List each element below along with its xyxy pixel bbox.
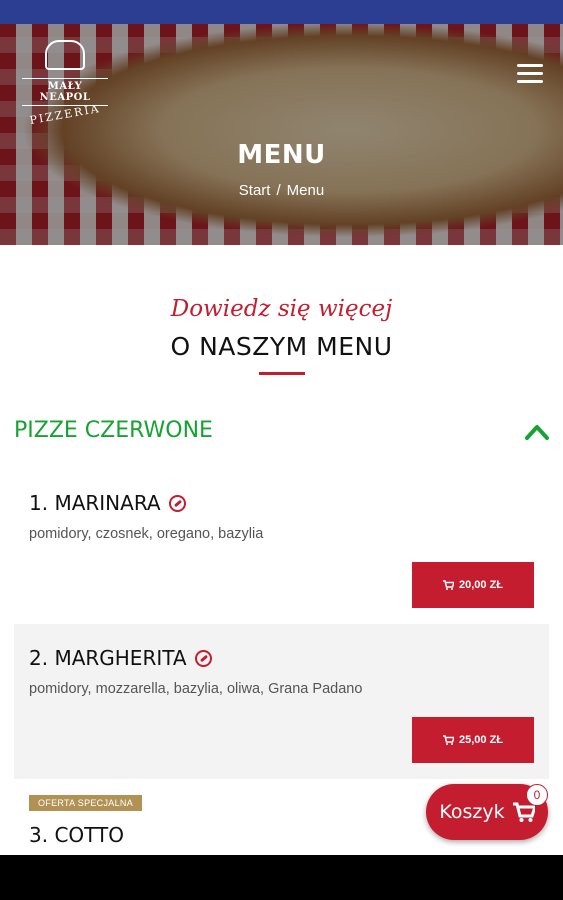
breadcrumb-current: Menu xyxy=(286,182,325,199)
hamburger-icon[interactable] xyxy=(517,64,543,86)
cart-label: Koszyk xyxy=(439,801,505,823)
chevron-up-icon[interactable] xyxy=(524,422,550,442)
price-label: 20,00 ZŁ xyxy=(458,579,504,591)
add-to-cart-button[interactable]: 25,00 ZŁ xyxy=(412,717,534,763)
cart-icon xyxy=(442,735,454,745)
page-title: MENU xyxy=(237,140,326,170)
price-label: 25,00 ZŁ xyxy=(458,734,504,746)
logo[interactable]: MAŁY NEAPOL PIZZERIA xyxy=(22,40,108,128)
item-name-row: 3. COTTO xyxy=(29,823,124,847)
hero-banner: MAŁY NEAPOL PIZZERIA xyxy=(0,24,563,245)
system-nav-bar xyxy=(0,855,563,900)
special-offer-badge: OFERTA SPECJALNA xyxy=(29,795,142,811)
leaf-icon xyxy=(168,494,186,512)
breadcrumb-home[interactable]: Start xyxy=(239,182,271,199)
add-to-cart-button[interactable]: 20,00 ZŁ xyxy=(412,562,534,608)
item-name: 1. MARINARA xyxy=(29,491,161,515)
menu-item: 1. MARINARA pomidory, czosnek, oregano, … xyxy=(14,469,549,622)
item-description: pomidory, czosnek, oregano, bazylia xyxy=(29,526,264,542)
cart-icon xyxy=(442,580,454,590)
menu-item: 2. MARGHERITA pomidory, mozzarella, bazy… xyxy=(14,624,549,779)
category-title[interactable]: PIZZE CZERWONE xyxy=(14,418,213,443)
breadcrumb-separator: / xyxy=(276,182,281,199)
leaf-icon xyxy=(194,649,212,667)
item-name: 3. COTTO xyxy=(29,823,124,847)
item-name-row: 2. MARGHERITA xyxy=(29,646,212,670)
breadcrumb: Start / Menu xyxy=(0,182,563,199)
cart-icon xyxy=(512,802,535,822)
item-name: 2. MARGHERITA xyxy=(29,646,187,670)
intro-title: O NASZYM MENU xyxy=(170,332,393,361)
item-name-row: 1. MARINARA xyxy=(29,491,186,515)
status-bar xyxy=(0,0,563,24)
item-description: pomidory, mozzarella, bazylia, oliwa, Gr… xyxy=(29,681,363,697)
intro-divider xyxy=(259,372,305,375)
chef-hat-icon xyxy=(45,40,85,70)
intro-script-text: Dowiedz się więcej xyxy=(170,296,393,322)
cart-count-badge: 0 xyxy=(526,784,548,806)
